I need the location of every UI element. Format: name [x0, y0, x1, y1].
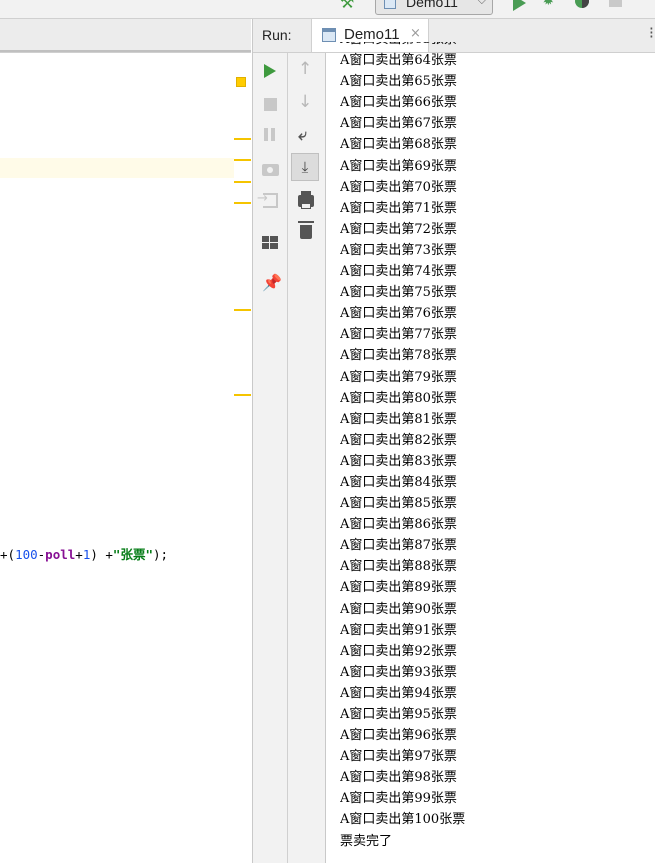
- console-line: A窗口卖出第67张票: [340, 116, 457, 132]
- console-line: A窗口卖出第71张票: [340, 200, 457, 216]
- console-line: A窗口卖出第98张票: [340, 770, 457, 786]
- code-editor[interactable]: +(100-poll+1) +"张票");: [0, 19, 251, 863]
- console-line: A窗口卖出第76张票: [340, 306, 457, 322]
- console-line: A窗口卖出第80张票: [340, 390, 457, 406]
- soft-wrap-icon[interactable]: ⤶: [298, 127, 320, 149]
- warning-stripe-mark[interactable]: [234, 159, 251, 161]
- inspection-status-icon[interactable]: [236, 77, 246, 87]
- console-line: A窗口卖出第83张票: [340, 453, 457, 469]
- console-line: A窗口卖出第64张票: [340, 53, 457, 69]
- run-panel-title: Run:: [262, 27, 292, 43]
- application-config-icon: [384, 0, 396, 9]
- console-line: A窗口卖出第84张票: [340, 474, 457, 490]
- run-left-toolbar: 📌: [253, 53, 288, 863]
- console-line: A窗口卖出第93张票: [340, 664, 457, 680]
- console-line: A窗口卖出第74张票: [340, 264, 457, 280]
- editor-tab-bar: [0, 19, 251, 53]
- run-configuration-select[interactable]: Demo11 ⌵: [375, 0, 493, 15]
- options-dots-icon[interactable]: ⁝: [649, 23, 654, 42]
- console-line: A窗口卖出第79张票: [340, 369, 457, 385]
- coverage-icon[interactable]: [575, 0, 589, 8]
- down-arrow-icon[interactable]: ↓: [298, 94, 320, 116]
- warning-stripe-mark[interactable]: [234, 181, 251, 183]
- console-line: 票卖完了: [340, 833, 393, 849]
- stop-icon[interactable]: [264, 98, 277, 111]
- console-line: A窗口卖出第89张票: [340, 580, 457, 596]
- stop-icon[interactable]: [609, 0, 622, 7]
- login-icon[interactable]: [257, 191, 278, 208]
- console-lines: A窗口卖出第63张票 A窗口卖出第64张票 A窗口卖出第65张票 A窗口卖出第66张票…: [340, 42, 465, 852]
- up-arrow-icon[interactable]: ↑: [298, 61, 320, 83]
- run-tool-window: Run: Demo11 × ⁝ 📌 ↑ ↓ ⤶ ⤓ A窗口卖出第63张票A窗口卖…: [252, 19, 655, 863]
- rerun-icon[interactable]: [264, 64, 276, 78]
- console-line: A窗口卖出第88张票: [340, 559, 457, 575]
- console-line: A窗口卖出第70张票: [340, 179, 457, 195]
- warning-stripe-mark[interactable]: [234, 202, 251, 204]
- close-icon[interactable]: ×: [410, 26, 421, 41]
- code-token: +: [75, 547, 83, 562]
- console-line: A窗口卖出第69张票: [340, 158, 457, 174]
- code-token: );: [152, 547, 169, 562]
- console-line: A窗口卖出第90张票: [340, 601, 457, 617]
- warning-stripe-mark[interactable]: [234, 394, 251, 396]
- console-line: A窗口卖出第86张票: [340, 517, 457, 533]
- console-line: A窗口卖出第75张票: [340, 285, 457, 301]
- console-output[interactable]: A窗口卖出第63张票 A窗口卖出第64张票 A窗口卖出第65张票 A窗口卖出第66张票…: [340, 42, 650, 863]
- console-line: A窗口卖出第99张票: [340, 791, 457, 807]
- console-line: A窗口卖出第94张票: [340, 685, 457, 701]
- console-line: A窗口卖出第81张票: [340, 411, 457, 427]
- main-toolbar: ⚒ Demo11 ⌵ ✹: [0, 0, 655, 19]
- console-line: A窗口卖出第82张票: [340, 432, 457, 448]
- scroll-to-end-icon[interactable]: ⤓: [291, 153, 319, 181]
- console-line: A窗口卖出第65张票: [340, 74, 457, 90]
- debug-icon[interactable]: ✹: [542, 0, 558, 8]
- console-line: A窗口卖出第92张票: [340, 643, 457, 659]
- console-line: A窗口卖出第78张票: [340, 348, 457, 364]
- code-string-literal: "张票": [112, 547, 153, 562]
- console-tab-icon: [322, 28, 336, 42]
- console-line: A窗口卖出第91张票: [340, 622, 457, 638]
- console-line: A窗口卖出第87张票: [340, 538, 457, 554]
- console-line: A窗口卖出第63张票: [340, 42, 465, 50]
- tab-label: Demo11: [344, 26, 400, 43]
- run-icon[interactable]: [513, 0, 526, 11]
- layout-icon[interactable]: [262, 236, 278, 249]
- chevron-down-icon: ⌵: [477, 0, 486, 7]
- warning-stripe-mark[interactable]: [234, 138, 251, 140]
- pin-icon[interactable]: 📌: [262, 275, 284, 297]
- console-line: A窗口卖出第77张票: [340, 327, 457, 343]
- console-line: A窗口卖出第72张票: [340, 221, 457, 237]
- console-line: A窗口卖出第66张票: [340, 95, 457, 111]
- console-line: A窗口卖出第68张票: [340, 137, 457, 153]
- console-line: A窗口卖出第95张票: [340, 707, 457, 722]
- run-configuration-label: Demo11: [406, 0, 458, 10]
- hammer-icon[interactable]: ⚒: [340, 0, 358, 12]
- code-field-poll: poll: [45, 547, 76, 562]
- trash-icon[interactable]: [298, 221, 314, 239]
- console-line: A窗口卖出第96张票: [340, 728, 457, 744]
- caret-row-highlight: [0, 158, 234, 178]
- console-line: A窗口卖出第85张票: [340, 496, 457, 512]
- console-line: A窗口卖出第100张票: [340, 812, 466, 828]
- pause-icon[interactable]: [264, 128, 275, 141]
- run-right-toolbar: ↑ ↓ ⤶ ⤓: [288, 53, 326, 863]
- console-line: A窗口卖出第73张票: [340, 242, 457, 258]
- code-token: ) +: [90, 547, 113, 562]
- camera-icon[interactable]: [262, 164, 279, 176]
- console-line: A窗口卖出第97张票: [340, 749, 457, 765]
- code-line-print-statement[interactable]: +(100-poll+1) +"张票");: [0, 544, 168, 562]
- code-token: +(: [0, 547, 16, 562]
- warning-stripe-mark[interactable]: [234, 309, 251, 311]
- code-number: 100: [15, 547, 38, 562]
- print-icon[interactable]: [298, 191, 314, 209]
